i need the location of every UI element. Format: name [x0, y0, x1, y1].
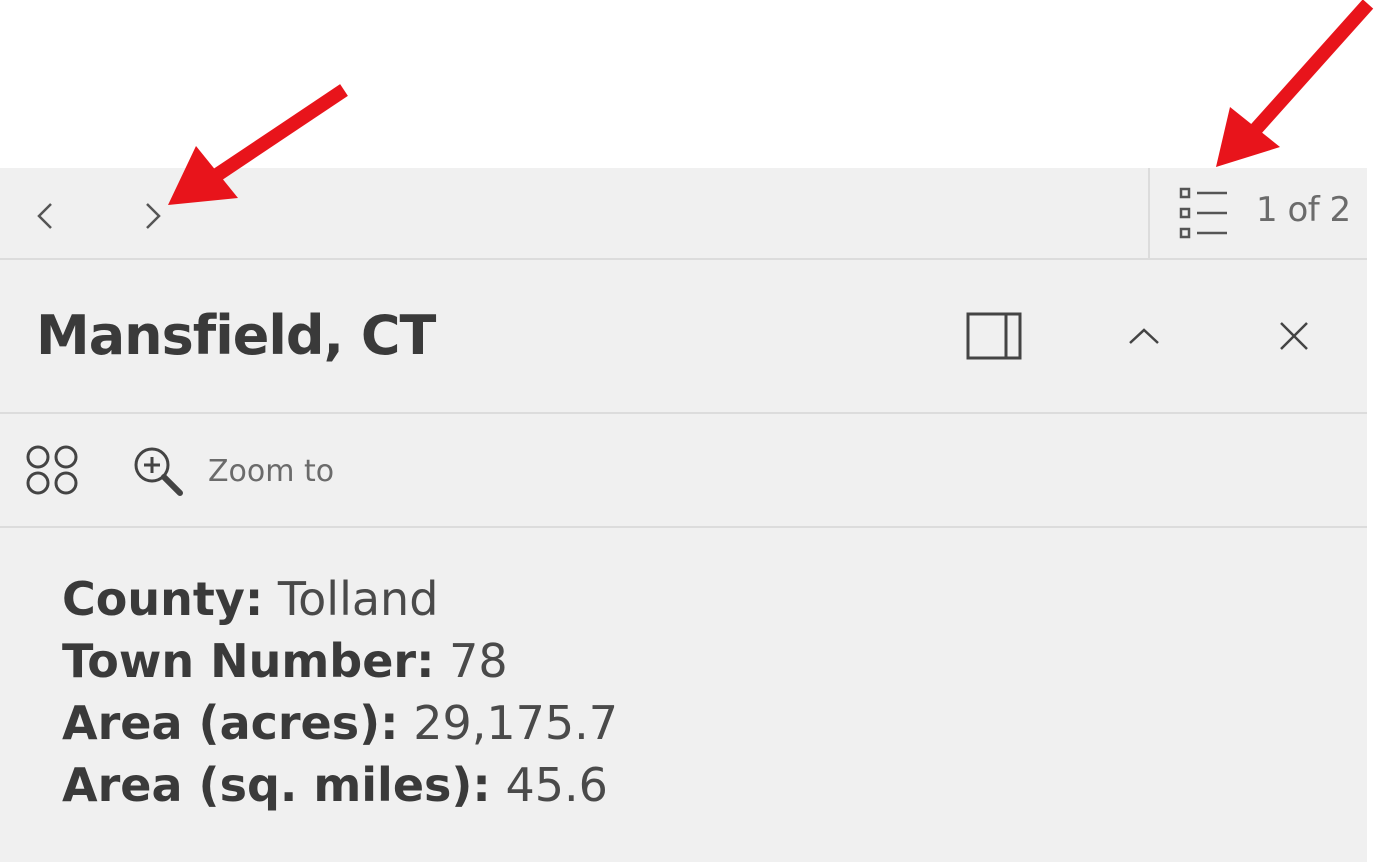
close-button[interactable] [1262, 304, 1326, 368]
dock-panel-icon [966, 312, 1022, 360]
popup-title: Mansfield, CT [36, 304, 436, 367]
chevron-right-icon [146, 203, 161, 229]
close-icon [1280, 322, 1308, 350]
attribute-label: Area (sq. miles): [62, 758, 491, 812]
popup-navigation-bar: 1 of 2 [0, 168, 1367, 260]
attribute-label: County: [62, 572, 264, 626]
previous-feature-button[interactable] [16, 186, 76, 246]
red-arrow-icon [1216, 0, 1374, 167]
collapse-button[interactable] [1112, 304, 1176, 368]
chevron-up-icon [1129, 328, 1159, 344]
popup-header: Mansfield, CT [0, 260, 1367, 414]
attribute-row-county: County: Tolland [62, 568, 618, 630]
screenshot-stage: 1 of 2 Mansfield, CT Zoom to County: Tol… [0, 0, 1376, 862]
zoom-in-icon [134, 447, 183, 496]
list-icon [1179, 187, 1227, 239]
navbar-divider [1148, 168, 1150, 258]
attribute-label: Area (acres): [62, 696, 399, 750]
attribute-row-area-acres: Area (acres): 29,175.7 [62, 692, 618, 754]
attribute-value: 29,175.7 [413, 696, 619, 750]
dock-button[interactable] [962, 304, 1026, 368]
chevron-left-icon [37, 203, 52, 229]
attribute-label: Town Number: [62, 634, 435, 688]
zoom-to-button[interactable]: Zoom to [130, 436, 334, 506]
popup-actions-bar: Zoom to [0, 414, 1367, 528]
feature-list-button[interactable] [1170, 180, 1236, 246]
next-feature-button[interactable] [122, 186, 182, 246]
four-circles-icon [26, 445, 78, 495]
attribute-row-town-number: Town Number: 78 [62, 630, 618, 692]
zoom-to-label: Zoom to [208, 453, 335, 489]
pager-count: 1 of 2 [1256, 190, 1351, 230]
attribute-value: 78 [449, 634, 508, 688]
more-actions-button[interactable] [20, 438, 84, 502]
feature-popup: 1 of 2 Mansfield, CT Zoom to County: Tol… [0, 168, 1367, 862]
attribute-list: County: Tolland Town Number: 78 Area (ac… [62, 568, 618, 816]
attribute-value: Tolland [277, 572, 439, 626]
attribute-row-area-sq-miles: Area (sq. miles): 45.6 [62, 754, 618, 816]
attribute-value: 45.6 [505, 758, 608, 812]
